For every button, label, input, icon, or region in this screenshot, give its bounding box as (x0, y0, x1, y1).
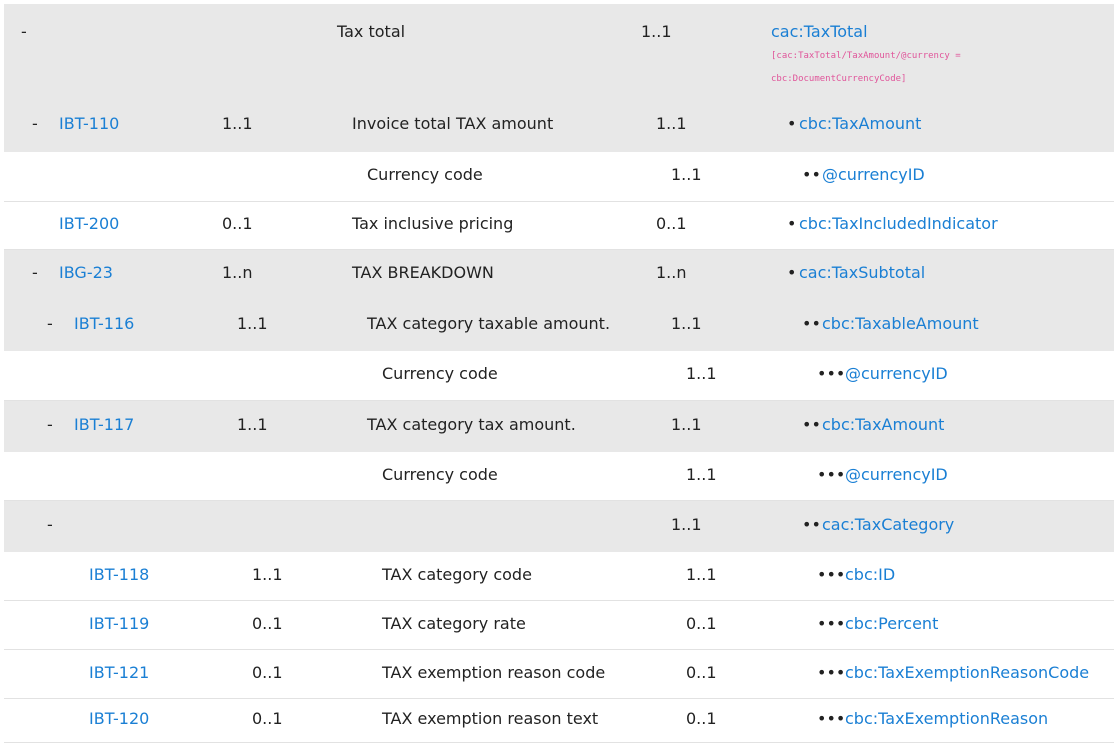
rule-note: [cac:TaxTotal/TaxAmount/@currency = (771, 51, 961, 61)
level-bullets: ••• (817, 663, 846, 682)
level-bullets: • (787, 114, 797, 133)
business-term-name: TAX exemption reason code (382, 663, 606, 682)
table-row: - IBT-117 1..1 TAX category tax amount. 1..1… (4, 401, 1114, 452)
business-term-name: Currency code (382, 465, 498, 484)
business-term-name: Currency code (367, 165, 483, 184)
level-bullets: ••• (817, 465, 846, 484)
table-row: IBT-119 0..1 TAX category rate 0..1 ••• cbc:P… (4, 601, 1114, 650)
ubl-element-link[interactable]: cbc:TaxExemptionReason (845, 709, 1048, 729)
cardinality: 0..1 (252, 663, 283, 682)
ubl-element-link[interactable]: cac:TaxSubtotal (799, 263, 925, 283)
ubl-element-link[interactable]: cbc:TaxAmount (799, 114, 921, 134)
cardinality: 1..n (222, 263, 253, 282)
table-row: IBT-118 1..1 TAX category code 1..1 ••• cbc:I… (4, 552, 1114, 601)
level-bullets: • (787, 214, 797, 233)
cardinality: 1..1 (252, 565, 283, 584)
table-row: - Tax total 1..1 cac:TaxTotal [cac:TaxTotal/… (4, 4, 1114, 99)
rule-note: cbc:DocumentCurrencyCode] (771, 74, 907, 84)
level-bullets: ••• (817, 565, 846, 584)
business-term-name: TAX exemption reason text (382, 709, 599, 728)
level-bullets: •• (802, 165, 821, 184)
collapse-toggle[interactable]: - (21, 22, 27, 42)
business-term-name: TAX BREAKDOWN (352, 263, 494, 282)
business-term-id-link[interactable]: IBT-118 (89, 565, 149, 585)
business-term-id-link[interactable]: IBT-121 (89, 663, 149, 683)
cardinality: 0..1 (222, 214, 253, 233)
cardinality: 1..1 (237, 415, 268, 434)
ubl-cardinality: 0..1 (656, 214, 687, 233)
ubl-cardinality: 1..1 (656, 114, 687, 133)
ubl-cardinality: 0..1 (686, 663, 717, 682)
collapse-toggle[interactable]: - (32, 263, 38, 283)
ubl-cardinality: 1..1 (686, 465, 717, 484)
spec-table: - Tax total 1..1 cac:TaxTotal [cac:TaxTotal/… (0, 0, 1120, 743)
level-bullets: ••• (817, 709, 846, 728)
ubl-element-link[interactable]: @currencyID (845, 465, 948, 485)
table-row: Currency code 1..1 ••• @currencyID (4, 452, 1114, 501)
ubl-cardinality: 1..1 (671, 314, 702, 333)
collapse-toggle[interactable]: - (47, 515, 53, 535)
ubl-cardinality: 0..1 (686, 709, 717, 728)
ubl-element-link[interactable]: cbc:ID (845, 565, 895, 585)
table-row: IBT-120 0..1 TAX exemption reason text 0..1… (4, 699, 1114, 743)
ubl-element-link[interactable]: cbc:TaxableAmount (822, 314, 979, 334)
collapse-toggle[interactable]: - (47, 314, 53, 334)
business-term-name: Currency code (382, 364, 498, 383)
cardinality: 0..1 (252, 614, 283, 633)
business-term-id-link[interactable]: IBT-117 (74, 415, 134, 435)
level-bullets: •• (802, 515, 821, 534)
table-row: Currency code 1..1 •• @currencyID (4, 152, 1114, 202)
ubl-cardinality: 1..1 (686, 364, 717, 383)
table-row: IBT-121 0..1 TAX exemption reason code 0..1… (4, 650, 1114, 699)
business-term-id-link[interactable]: IBT-116 (74, 314, 134, 334)
business-term-name: Tax total (337, 22, 406, 41)
ubl-cardinality: 0..1 (686, 614, 717, 633)
collapse-toggle[interactable]: - (32, 114, 38, 134)
ubl-cardinality: 1..1 (686, 565, 717, 584)
business-term-id-link[interactable]: IBG-23 (59, 263, 113, 283)
ubl-cardinality: 1..1 (671, 515, 702, 534)
business-term-name: TAX category rate (382, 614, 526, 633)
business-term-name: Tax inclusive pricing (352, 214, 514, 233)
ubl-cardinality: 1..n (656, 263, 687, 282)
table-row: IBT-200 0..1 Tax inclusive pricing 0..1 • cbc… (4, 202, 1114, 250)
level-bullets: ••• (817, 364, 846, 383)
ubl-element-link[interactable]: cbc:Percent (845, 614, 938, 634)
ubl-element-link[interactable]: cac:TaxCategory (822, 515, 954, 535)
table-row: - 1..1 •• cac:TaxCategory (4, 501, 1114, 552)
level-bullets: •• (802, 314, 821, 333)
business-term-id-link[interactable]: IBT-200 (59, 214, 119, 234)
cardinality: 1..1 (237, 314, 268, 333)
business-term-name: Invoice total TAX amount (352, 114, 554, 133)
level-bullets: • (787, 263, 797, 282)
table-row: - IBG-23 1..n TAX BREAKDOWN 1..n • cac:TaxSubt… (4, 250, 1114, 300)
ubl-element-link[interactable]: cbc:TaxAmount (822, 415, 944, 435)
business-term-id-link[interactable]: IBT-110 (59, 114, 119, 134)
business-term-id-link[interactable]: IBT-119 (89, 614, 149, 634)
ubl-element-link[interactable]: cbc:TaxIncludedIndicator (799, 214, 998, 234)
ubl-cardinality: 1..1 (671, 415, 702, 434)
ubl-cardinality: 1..1 (641, 22, 672, 41)
table-row: - IBT-110 1..1 Invoice total TAX amount 1..1… (4, 99, 1114, 152)
table-row: - IBT-116 1..1 TAX category taxable amount.… (4, 300, 1114, 351)
business-term-name: TAX category code (382, 565, 532, 584)
level-bullets: •• (802, 415, 821, 434)
business-term-name: TAX category taxable amount. (367, 314, 611, 333)
collapse-toggle[interactable]: - (47, 415, 53, 435)
ubl-element-link[interactable]: cac:TaxTotal (771, 22, 868, 42)
ubl-element-link[interactable]: cbc:TaxExemptionReasonCode (845, 663, 1089, 683)
ubl-element-link[interactable]: @currencyID (822, 165, 925, 185)
table-row: Currency code 1..1 ••• @currencyID (4, 351, 1114, 401)
ubl-element-link[interactable]: @currencyID (845, 364, 948, 384)
level-bullets: ••• (817, 614, 846, 633)
business-term-id-link[interactable]: IBT-120 (89, 709, 149, 729)
cardinality: 1..1 (222, 114, 253, 133)
ubl-cardinality: 1..1 (671, 165, 702, 184)
business-term-name: TAX category tax amount. (367, 415, 576, 434)
cardinality: 0..1 (252, 709, 283, 728)
